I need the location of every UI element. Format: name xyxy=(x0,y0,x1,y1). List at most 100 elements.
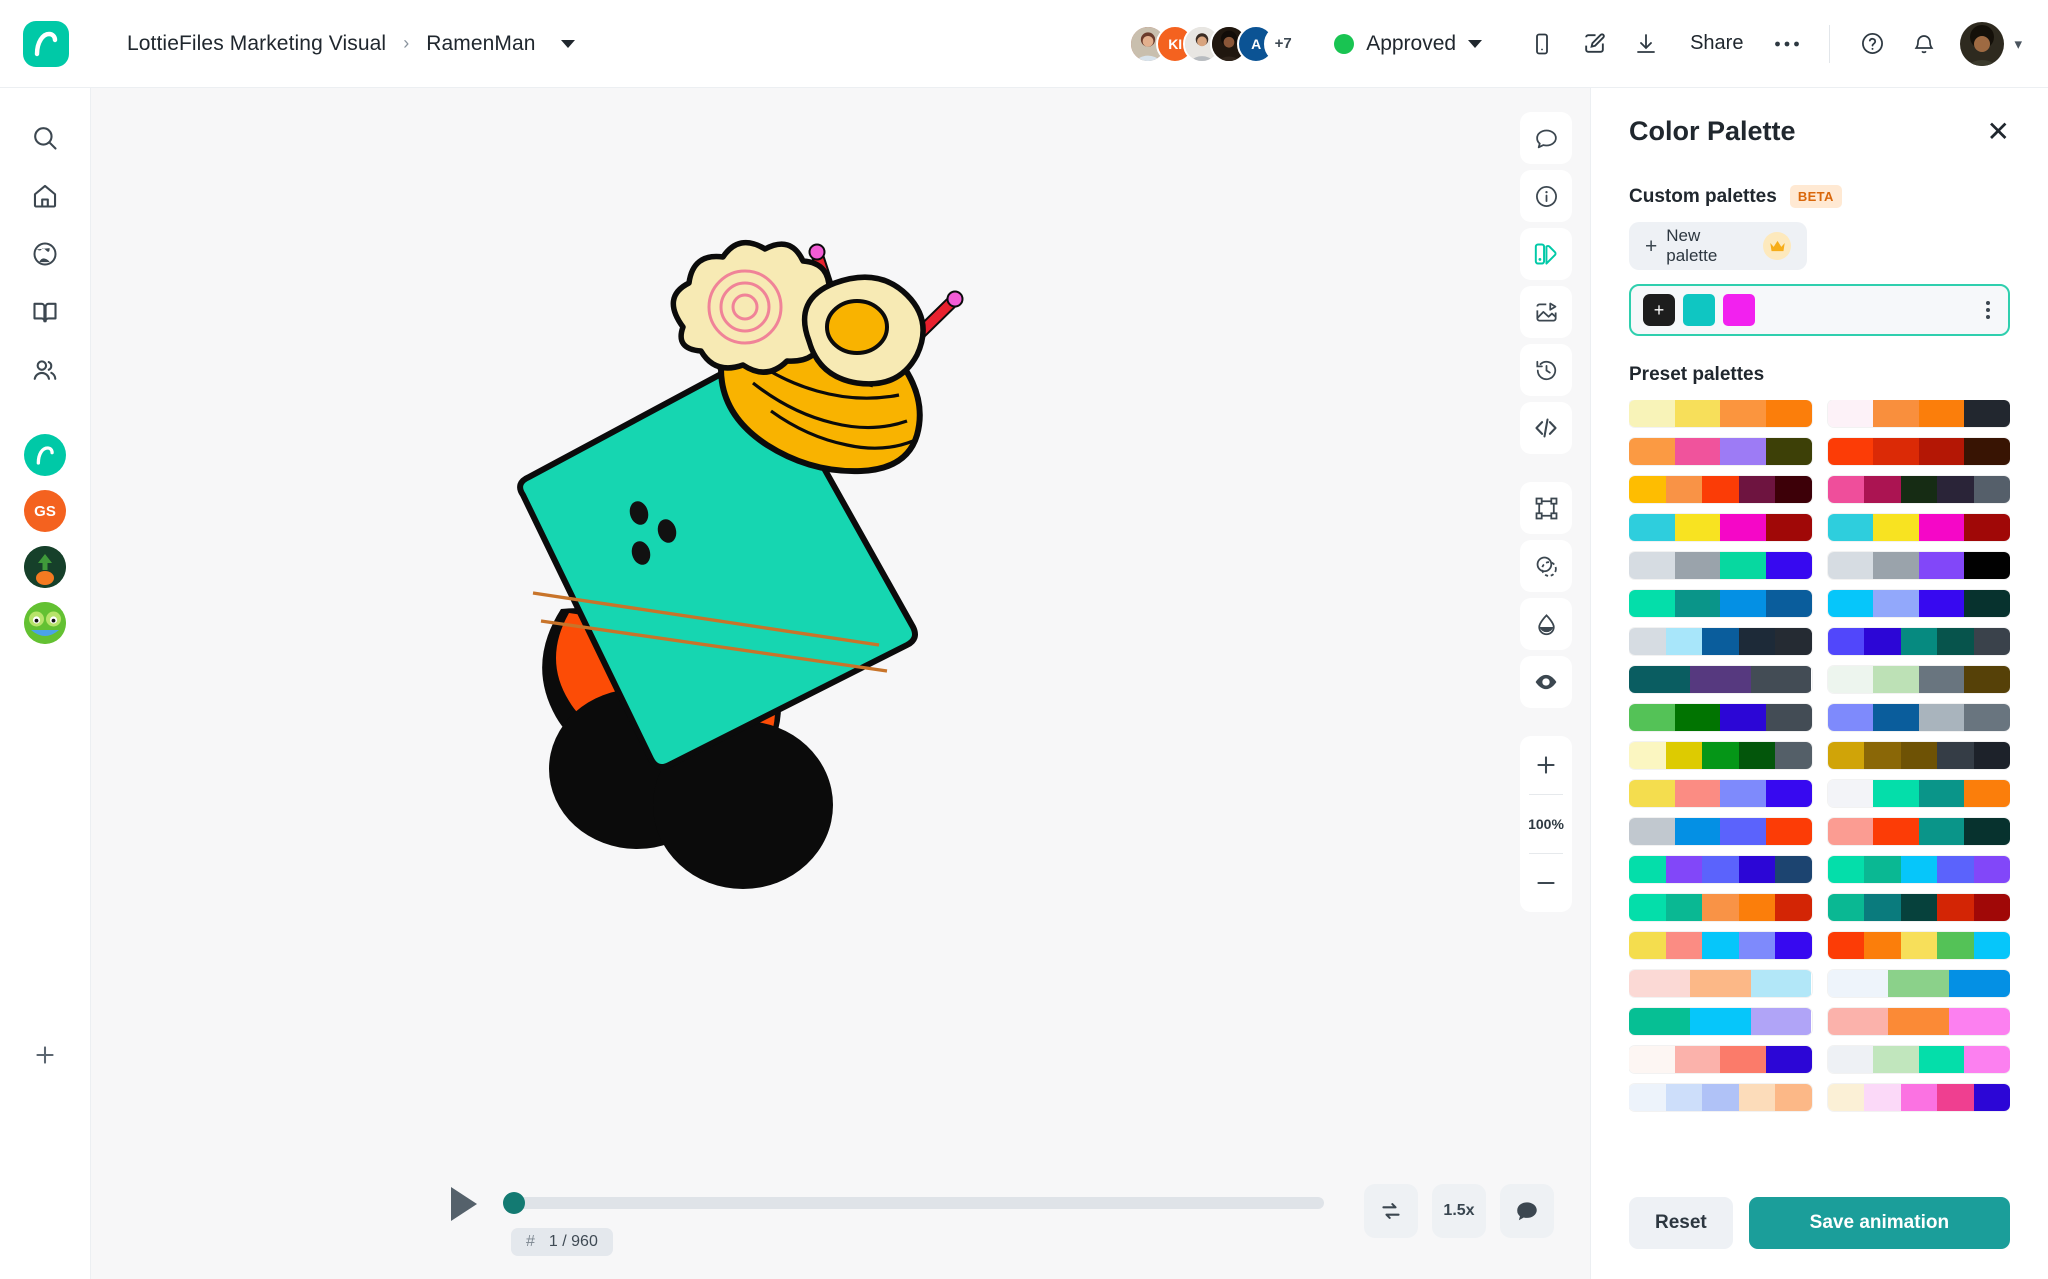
preset-palette[interactable] xyxy=(1629,1046,1812,1073)
tool-mask[interactable] xyxy=(1520,540,1572,592)
ramen-cup-character[interactable] xyxy=(461,209,1221,1009)
tool-export-media[interactable] xyxy=(1520,286,1572,338)
preset-palette[interactable] xyxy=(1827,628,2010,655)
preset-palette[interactable] xyxy=(1827,1008,2011,1035)
preset-palette[interactable] xyxy=(1629,1084,1812,1111)
preset-palette[interactable] xyxy=(1827,1084,2010,1111)
preset-palette[interactable] xyxy=(1629,590,1812,617)
tool-contrast[interactable] xyxy=(1520,598,1572,650)
tool-visibility[interactable] xyxy=(1520,656,1572,708)
preset-palette[interactable] xyxy=(1629,514,1812,541)
avatar-overflow-count[interactable]: +7 xyxy=(1264,24,1303,63)
preset-palette-grid[interactable] xyxy=(1629,400,2010,1177)
custom-swatch[interactable] xyxy=(1723,294,1755,326)
lottiefiles-logo-icon[interactable] xyxy=(22,20,69,67)
preset-palette[interactable] xyxy=(1629,400,1812,427)
tool-comments[interactable] xyxy=(1520,112,1572,164)
tool-version-history[interactable] xyxy=(1520,344,1572,396)
preset-palette[interactable] xyxy=(1827,818,2010,845)
preset-palette[interactable] xyxy=(1827,932,2010,959)
preset-palette[interactable] xyxy=(1629,438,1812,465)
sidebar-item-community[interactable] xyxy=(17,342,73,398)
new-palette-button[interactable]: + New palette xyxy=(1629,222,1807,270)
timeline-knob[interactable] xyxy=(503,1192,525,1214)
play-icon[interactable] xyxy=(451,1187,477,1221)
preset-palette[interactable] xyxy=(1827,1046,2010,1073)
preset-palette[interactable] xyxy=(1827,514,2010,541)
loop-icon[interactable] xyxy=(1364,1184,1418,1238)
preset-palette[interactable] xyxy=(1629,856,1812,883)
chevron-down-icon[interactable] xyxy=(560,39,575,48)
preset-palette[interactable] xyxy=(1827,438,2010,465)
preset-palette[interactable] xyxy=(1629,780,1812,807)
app-logo[interactable] xyxy=(0,0,91,87)
user-avatar[interactable] xyxy=(1960,21,2005,66)
preset-palette[interactable] xyxy=(1827,552,2010,579)
playback-speed-button[interactable]: 1.5x xyxy=(1432,1184,1486,1238)
preview-mobile-icon[interactable] xyxy=(1516,18,1568,70)
save-animation-button[interactable]: Save animation xyxy=(1748,1197,2010,1249)
preset-palette[interactable] xyxy=(1629,818,1812,845)
chevron-down-icon[interactable] xyxy=(1468,39,1483,48)
zoom-out-button[interactable] xyxy=(1520,854,1572,912)
frame-counter[interactable]: # 1 / 960 xyxy=(511,1228,613,1256)
preset-palette[interactable] xyxy=(1629,970,1812,997)
sidebar-item-learn[interactable] xyxy=(17,284,73,340)
preset-palette[interactable] xyxy=(1629,552,1812,579)
share-button[interactable]: Share xyxy=(1672,18,1761,70)
edit-icon[interactable] xyxy=(1568,18,1620,70)
preset-palette[interactable] xyxy=(1827,894,2010,921)
zoom-level[interactable]: 100% xyxy=(1520,795,1572,853)
preset-palette[interactable] xyxy=(1629,894,1812,921)
timeline-scrubber[interactable]: # 1 / 960 xyxy=(503,1184,1324,1256)
preset-palette[interactable] xyxy=(1827,704,2010,731)
timeline-track[interactable] xyxy=(503,1197,1324,1209)
sidebar-item-home[interactable] xyxy=(17,168,73,224)
preset-palette[interactable] xyxy=(1629,704,1812,731)
workspace-green[interactable] xyxy=(24,546,66,588)
comment-filled-icon[interactable] xyxy=(1500,1184,1554,1238)
kebab-menu-icon[interactable] xyxy=(1980,295,1996,325)
preset-palette[interactable] xyxy=(1827,590,2010,617)
preset-palette[interactable] xyxy=(1827,666,2010,693)
tool-color-palette[interactable] xyxy=(1520,228,1572,280)
download-icon[interactable] xyxy=(1620,18,1672,70)
tool-info[interactable] xyxy=(1520,170,1572,222)
zoom-in-button[interactable] xyxy=(1520,736,1572,794)
preset-palette[interactable] xyxy=(1629,742,1812,769)
sidebar-item-discover[interactable] xyxy=(17,226,73,282)
custom-palette-row[interactable]: + xyxy=(1629,284,2010,336)
preset-palette[interactable] xyxy=(1827,476,2010,503)
add-swatch-button[interactable]: + xyxy=(1643,294,1675,326)
status-badge[interactable]: Approved xyxy=(1334,32,1483,56)
ellipsis-icon[interactable] xyxy=(1761,18,1813,70)
close-icon[interactable]: ✕ xyxy=(1987,117,2010,146)
help-circle-icon[interactable] xyxy=(1846,18,1898,70)
sidebar-add-workspace-button[interactable] xyxy=(17,1027,73,1083)
workspace-gs[interactable]: GS xyxy=(24,490,66,532)
sidebar-item-search[interactable] xyxy=(17,110,73,166)
bell-icon[interactable] xyxy=(1898,18,1950,70)
custom-swatch[interactable] xyxy=(1683,294,1715,326)
breadcrumb-current[interactable]: RamenMan xyxy=(426,32,535,56)
preset-palette[interactable] xyxy=(1827,856,2010,883)
preset-palette[interactable] xyxy=(1827,742,2010,769)
preset-palette[interactable] xyxy=(1827,400,2010,427)
canvas-area[interactable]: 100% # 1 / 960 1.5x xyxy=(91,87,1590,1279)
animation-stage[interactable] xyxy=(91,88,1590,1129)
preset-palette[interactable] xyxy=(1629,628,1812,655)
preset-palette[interactable] xyxy=(1629,932,1812,959)
reset-button[interactable]: Reset xyxy=(1629,1197,1733,1249)
preset-palette[interactable] xyxy=(1629,476,1812,503)
collaborator-avatars[interactable]: KI A +7 xyxy=(1129,24,1303,63)
preset-palette[interactable] xyxy=(1629,1008,1812,1035)
chevron-down-icon[interactable]: ▾ xyxy=(2014,35,2022,53)
breadcrumb-parent[interactable]: LottieFiles Marketing Visual xyxy=(127,32,386,56)
preset-palette[interactable] xyxy=(1629,666,1812,693)
workspace-frog[interactable] xyxy=(24,602,66,644)
preset-palette[interactable] xyxy=(1827,780,2010,807)
preset-palette[interactable] xyxy=(1827,970,2011,997)
tool-code[interactable] xyxy=(1520,402,1572,454)
tool-bounding-box[interactable] xyxy=(1520,482,1572,534)
workspace-lottiefiles[interactable] xyxy=(24,434,66,476)
